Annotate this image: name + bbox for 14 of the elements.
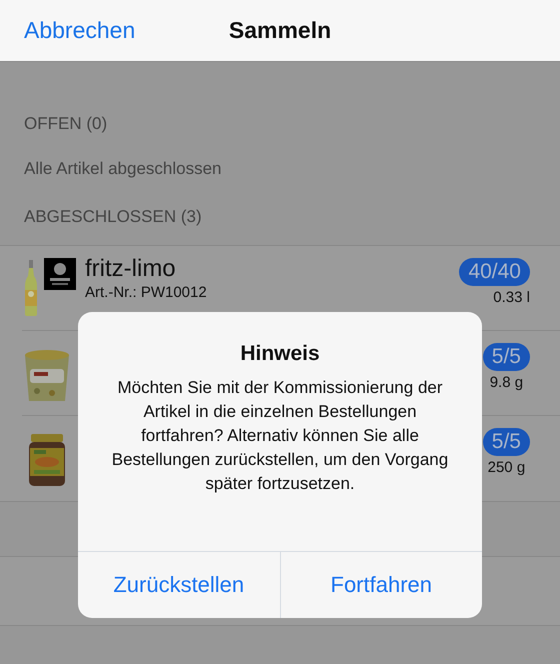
article-name: fritz-limo xyxy=(85,254,177,284)
dialog-title: Hinweis xyxy=(240,342,320,366)
section-header: ABGESCHLOSSEN (3) xyxy=(23,206,203,228)
article-number: Art.-Nr.: PW10012 xyxy=(85,284,208,302)
section-header: OFFEN (0) xyxy=(23,113,108,135)
count-badge: 40/40 xyxy=(459,258,530,286)
status-note: Alle Artikel abgeschlossen xyxy=(23,158,223,180)
quantity-label: 9.8 g xyxy=(490,374,524,391)
quantity-label: 250 g xyxy=(488,459,526,476)
count-badge: 5/5 xyxy=(482,428,530,456)
quantity-label: 0.33 l xyxy=(493,289,530,306)
dialog-message: Möchten Sie mit der Kommissionierung der Artikel in die einzelnen Bestellungen fortfahren? Alternativ können Sie alle Bestellungen zurückstellen, um den Vorgang später fortzusetzen. xyxy=(110,377,450,495)
screen-title: Sammeln xyxy=(228,17,332,44)
count-badge: 5/5 xyxy=(482,343,530,371)
